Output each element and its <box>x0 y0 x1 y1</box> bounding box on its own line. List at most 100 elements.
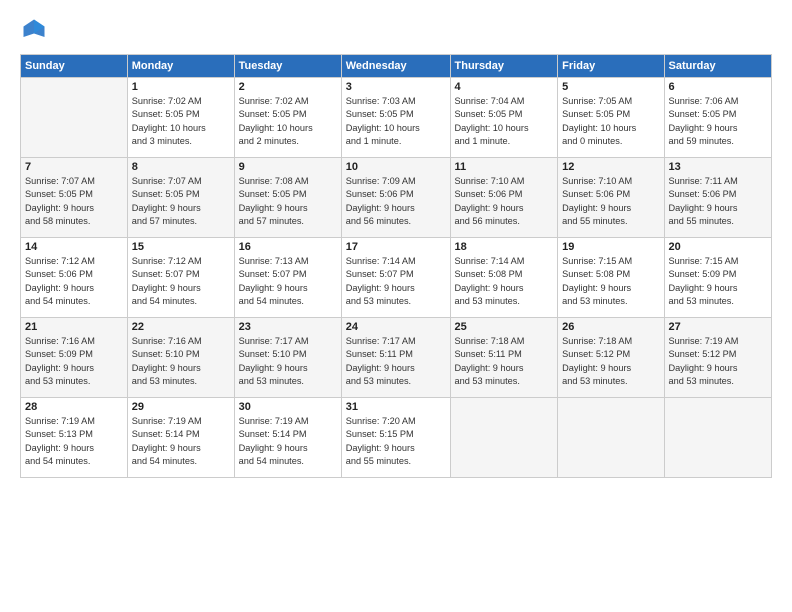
day-info: Sunrise: 7:02 AM Sunset: 5:05 PM Dayligh… <box>239 95 337 148</box>
week-row-2: 14 Sunrise: 7:12 AM Sunset: 5:06 PM Dayli… <box>21 238 772 318</box>
day-info: Sunrise: 7:03 AM Sunset: 5:05 PM Dayligh… <box>346 95 446 148</box>
day-info: Sunrise: 7:11 AM Sunset: 5:06 PM Dayligh… <box>669 175 768 228</box>
day-info: Sunrise: 7:19 AM Sunset: 5:14 PM Dayligh… <box>239 415 337 468</box>
day-cell: 4 Sunrise: 7:04 AM Sunset: 5:05 PM Daylig… <box>450 78 558 158</box>
day-number: 11 <box>455 161 554 173</box>
day-number: 12 <box>562 161 659 173</box>
day-number: 30 <box>239 401 337 413</box>
day-info: Sunrise: 7:16 AM Sunset: 5:09 PM Dayligh… <box>25 335 123 388</box>
day-cell: 14 Sunrise: 7:12 AM Sunset: 5:06 PM Dayli… <box>21 238 128 318</box>
day-number: 2 <box>239 81 337 93</box>
day-number: 25 <box>455 321 554 333</box>
day-cell: 29 Sunrise: 7:19 AM Sunset: 5:14 PM Dayli… <box>127 398 234 478</box>
day-cell: 24 Sunrise: 7:17 AM Sunset: 5:11 PM Dayli… <box>341 318 450 398</box>
day-info: Sunrise: 7:17 AM Sunset: 5:11 PM Dayligh… <box>346 335 446 388</box>
day-info: Sunrise: 7:05 AM Sunset: 5:05 PM Dayligh… <box>562 95 659 148</box>
day-cell: 3 Sunrise: 7:03 AM Sunset: 5:05 PM Daylig… <box>341 78 450 158</box>
day-cell <box>21 78 128 158</box>
day-number: 10 <box>346 161 446 173</box>
day-number: 15 <box>132 241 230 253</box>
day-cell: 2 Sunrise: 7:02 AM Sunset: 5:05 PM Daylig… <box>234 78 341 158</box>
day-info: Sunrise: 7:18 AM Sunset: 5:12 PM Dayligh… <box>562 335 659 388</box>
day-number: 22 <box>132 321 230 333</box>
week-row-3: 21 Sunrise: 7:16 AM Sunset: 5:09 PM Dayli… <box>21 318 772 398</box>
day-info: Sunrise: 7:19 AM Sunset: 5:13 PM Dayligh… <box>25 415 123 468</box>
day-cell: 31 Sunrise: 7:20 AM Sunset: 5:15 PM Dayli… <box>341 398 450 478</box>
day-info: Sunrise: 7:12 AM Sunset: 5:06 PM Dayligh… <box>25 255 123 308</box>
day-number: 9 <box>239 161 337 173</box>
day-cell: 25 Sunrise: 7:18 AM Sunset: 5:11 PM Dayli… <box>450 318 558 398</box>
day-cell: 15 Sunrise: 7:12 AM Sunset: 5:07 PM Dayli… <box>127 238 234 318</box>
day-cell: 22 Sunrise: 7:16 AM Sunset: 5:10 PM Dayli… <box>127 318 234 398</box>
day-info: Sunrise: 7:10 AM Sunset: 5:06 PM Dayligh… <box>455 175 554 228</box>
day-cell: 21 Sunrise: 7:16 AM Sunset: 5:09 PM Dayli… <box>21 318 128 398</box>
day-cell: 6 Sunrise: 7:06 AM Sunset: 5:05 PM Daylig… <box>664 78 772 158</box>
header-cell-tuesday: Tuesday <box>234 55 341 78</box>
day-cell: 17Sunrise: 7:14 AM Sunset: 5:07 PM Dayli… <box>341 238 450 318</box>
calendar-table: SundayMondayTuesdayWednesdayThursdayFrid… <box>20 54 772 478</box>
day-number: 31 <box>346 401 446 413</box>
day-cell: 20Sunrise: 7:15 AM Sunset: 5:09 PM Dayli… <box>664 238 772 318</box>
day-info: Sunrise: 7:09 AM Sunset: 5:06 PM Dayligh… <box>346 175 446 228</box>
day-number: 4 <box>455 81 554 93</box>
day-info: Sunrise: 7:12 AM Sunset: 5:07 PM Dayligh… <box>132 255 230 308</box>
day-cell: 28 Sunrise: 7:19 AM Sunset: 5:13 PM Dayli… <box>21 398 128 478</box>
day-number: 28 <box>25 401 123 413</box>
day-cell <box>664 398 772 478</box>
day-number: 8 <box>132 161 230 173</box>
day-number: 1 <box>132 81 230 93</box>
day-info: Sunrise: 7:10 AM Sunset: 5:06 PM Dayligh… <box>562 175 659 228</box>
day-info: Sunrise: 7:13 AM Sunset: 5:07 PM Dayligh… <box>239 255 337 308</box>
header-cell-saturday: Saturday <box>664 55 772 78</box>
day-number: 16 <box>239 241 337 253</box>
day-number: 3 <box>346 81 446 93</box>
week-row-1: 7Sunrise: 7:07 AM Sunset: 5:05 PM Daylig… <box>21 158 772 238</box>
day-number: 18 <box>455 241 554 253</box>
day-cell <box>558 398 664 478</box>
header-cell-monday: Monday <box>127 55 234 78</box>
day-cell: 23Sunrise: 7:17 AM Sunset: 5:10 PM Dayli… <box>234 318 341 398</box>
day-info: Sunrise: 7:14 AM Sunset: 5:08 PM Dayligh… <box>455 255 554 308</box>
day-info: Sunrise: 7:07 AM Sunset: 5:05 PM Dayligh… <box>25 175 123 228</box>
day-info: Sunrise: 7:19 AM Sunset: 5:14 PM Dayligh… <box>132 415 230 468</box>
day-cell: 5 Sunrise: 7:05 AM Sunset: 5:05 PM Daylig… <box>558 78 664 158</box>
day-info: Sunrise: 7:07 AM Sunset: 5:05 PM Dayligh… <box>132 175 230 228</box>
day-info: Sunrise: 7:19 AM Sunset: 5:12 PM Dayligh… <box>669 335 768 388</box>
day-info: Sunrise: 7:08 AM Sunset: 5:05 PM Dayligh… <box>239 175 337 228</box>
day-info: Sunrise: 7:20 AM Sunset: 5:15 PM Dayligh… <box>346 415 446 468</box>
week-row-0: 1 Sunrise: 7:02 AM Sunset: 5:05 PM Daylig… <box>21 78 772 158</box>
day-info: Sunrise: 7:14 AM Sunset: 5:07 PM Dayligh… <box>346 255 446 308</box>
day-cell <box>450 398 558 478</box>
day-info: Sunrise: 7:06 AM Sunset: 5:05 PM Dayligh… <box>669 95 768 148</box>
day-info: Sunrise: 7:15 AM Sunset: 5:08 PM Dayligh… <box>562 255 659 308</box>
day-number: 21 <box>25 321 123 333</box>
day-cell: 1 Sunrise: 7:02 AM Sunset: 5:05 PM Daylig… <box>127 78 234 158</box>
day-cell: 27 Sunrise: 7:19 AM Sunset: 5:12 PM Dayli… <box>664 318 772 398</box>
day-number: 5 <box>562 81 659 93</box>
day-cell: 8 Sunrise: 7:07 AM Sunset: 5:05 PM Daylig… <box>127 158 234 238</box>
week-row-4: 28 Sunrise: 7:19 AM Sunset: 5:13 PM Dayli… <box>21 398 772 478</box>
day-info: Sunrise: 7:16 AM Sunset: 5:10 PM Dayligh… <box>132 335 230 388</box>
day-number: 14 <box>25 241 123 253</box>
day-number: 27 <box>669 321 768 333</box>
header <box>20 16 772 44</box>
day-number: 29 <box>132 401 230 413</box>
day-cell: 18 Sunrise: 7:14 AM Sunset: 5:08 PM Dayli… <box>450 238 558 318</box>
day-info: Sunrise: 7:04 AM Sunset: 5:05 PM Dayligh… <box>455 95 554 148</box>
day-cell: 11 Sunrise: 7:10 AM Sunset: 5:06 PM Dayli… <box>450 158 558 238</box>
day-info: Sunrise: 7:02 AM Sunset: 5:05 PM Dayligh… <box>132 95 230 148</box>
day-cell: 26Sunrise: 7:18 AM Sunset: 5:12 PM Dayli… <box>558 318 664 398</box>
day-number: 6 <box>669 81 768 93</box>
day-cell: 30 Sunrise: 7:19 AM Sunset: 5:14 PM Dayli… <box>234 398 341 478</box>
header-cell-wednesday: Wednesday <box>341 55 450 78</box>
day-cell: 12 Sunrise: 7:10 AM Sunset: 5:06 PM Dayli… <box>558 158 664 238</box>
day-number: 24 <box>346 321 446 333</box>
day-cell: 13 Sunrise: 7:11 AM Sunset: 5:06 PM Dayli… <box>664 158 772 238</box>
day-info: Sunrise: 7:18 AM Sunset: 5:11 PM Dayligh… <box>455 335 554 388</box>
day-info: Sunrise: 7:17 AM Sunset: 5:10 PM Dayligh… <box>239 335 337 388</box>
header-cell-sunday: Sunday <box>21 55 128 78</box>
day-number: 13 <box>669 161 768 173</box>
header-cell-thursday: Thursday <box>450 55 558 78</box>
day-number: 19 <box>562 241 659 253</box>
day-cell: 7Sunrise: 7:07 AM Sunset: 5:05 PM Daylig… <box>21 158 128 238</box>
